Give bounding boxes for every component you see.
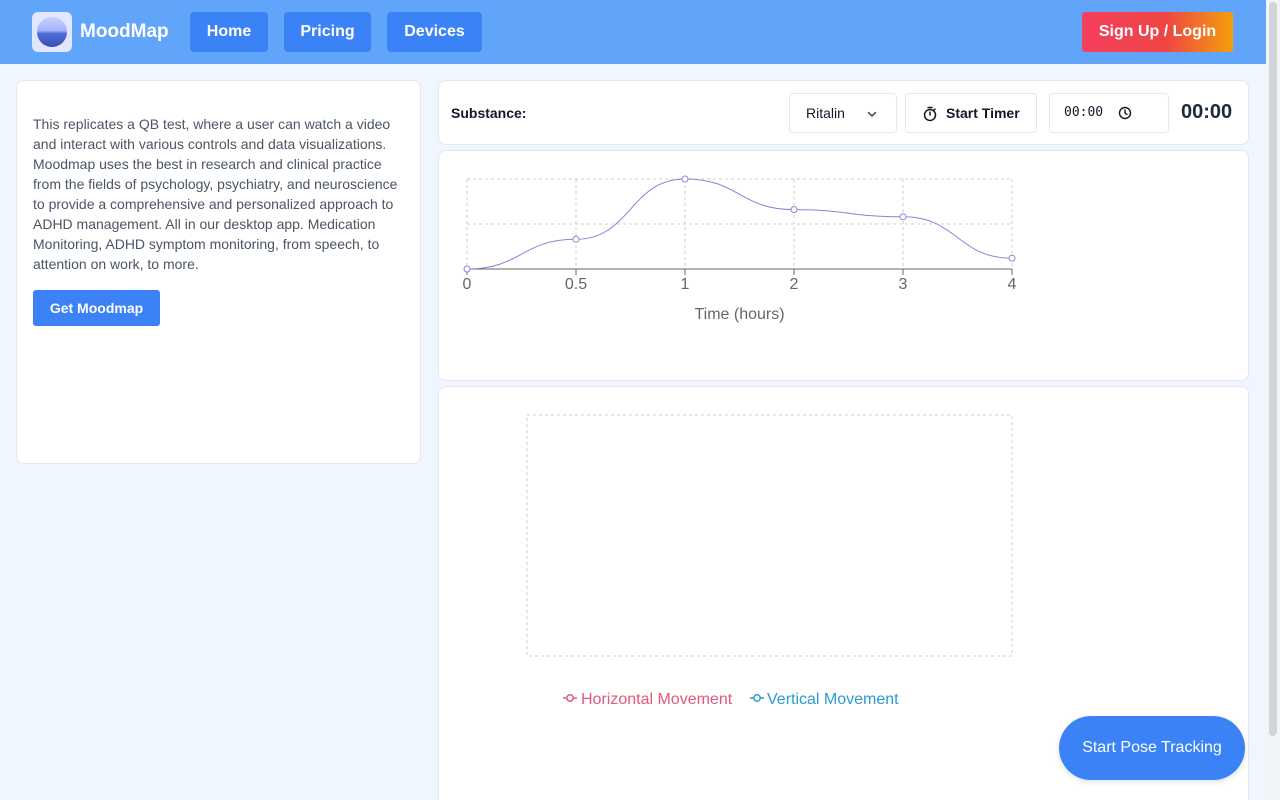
x-tick-label: 2: [790, 276, 799, 293]
stopwatch-icon: [923, 106, 937, 122]
x-tick-label: 3: [899, 276, 908, 293]
data-point: [572, 235, 580, 243]
scrollbar-thumb[interactable]: [1269, 2, 1277, 736]
get-moodmap-button[interactable]: Get Moodmap: [33, 290, 160, 326]
controls-bar: Substance: Ritalin Start Timer 00:00 00:…: [438, 80, 1249, 145]
timer-display: 00:00: [1181, 101, 1233, 123]
legend-line-marker-icon: [750, 694, 764, 702]
x-tick-label: 1: [681, 276, 690, 293]
data-point: [790, 206, 798, 214]
data-point: [681, 175, 689, 183]
data-point: [1008, 254, 1016, 262]
substance-select[interactable]: Ritalin: [789, 93, 897, 133]
signup-login-button[interactable]: Sign Up / Login: [1082, 12, 1233, 52]
legend-horizontal-movement[interactable]: Horizontal Movement: [563, 691, 733, 708]
info-description: This replicates a QB test, where a user …: [33, 116, 398, 272]
clock-icon[interactable]: [1118, 106, 1132, 120]
x-tick-label: 4: [1008, 276, 1017, 293]
substance-select-value: Ritalin: [806, 105, 845, 121]
data-point: [463, 265, 471, 273]
start-timer-label: Start Timer: [946, 105, 1020, 121]
nav-pricing-button[interactable]: Pricing: [284, 12, 371, 52]
start-pose-tracking-button[interactable]: Start Pose Tracking: [1059, 716, 1245, 780]
substance-level-chart: 0 0.5 1 2 3 4 Time (hours): [463, 175, 1017, 323]
nav-home-button[interactable]: Home: [190, 12, 268, 52]
info-card: This replicates a QB test, where a user …: [16, 80, 421, 464]
legend-line-marker-icon: [563, 694, 577, 702]
moodmap-logo-icon[interactable]: [32, 12, 72, 52]
brand-name[interactable]: MoodMap: [80, 20, 169, 44]
x-tick-label: 0.5: [565, 276, 587, 293]
chevron-down-icon: [867, 111, 877, 117]
time-input-value: 00:00: [1064, 105, 1104, 120]
substance-chart-card: 0 0.5 1 2 3 4 Time (hours): [438, 150, 1249, 381]
legend-label: Vertical Movement: [767, 691, 899, 708]
data-point: [899, 213, 907, 221]
legend-label: Horizontal Movement: [581, 691, 733, 708]
substance-label: Substance:: [451, 105, 527, 121]
legend-vertical-movement[interactable]: Vertical Movement: [750, 691, 899, 708]
movement-plot-area: [526, 414, 1013, 657]
x-tick-label: 0: [463, 276, 472, 293]
top-navbar: MoodMap Home Pricing Devices Sign Up / L…: [0, 0, 1280, 64]
x-axis-label: Time (hours): [694, 306, 784, 323]
nav-devices-button[interactable]: Devices: [387, 12, 482, 52]
time-input[interactable]: 00:00: [1049, 93, 1169, 133]
page-scrollbar[interactable]: [1266, 0, 1280, 800]
start-timer-button[interactable]: Start Timer: [905, 93, 1037, 133]
